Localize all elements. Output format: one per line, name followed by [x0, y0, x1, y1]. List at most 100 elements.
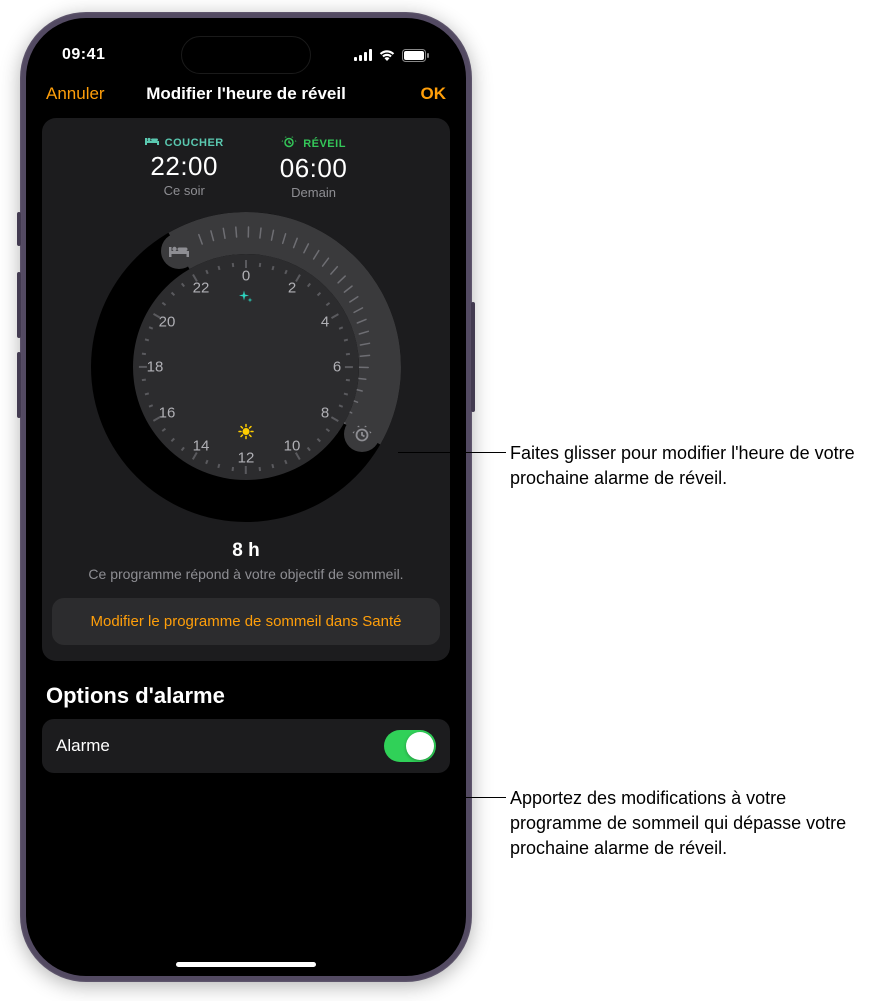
dial-tick — [205, 270, 208, 274]
bedtime-label: COUCHER — [165, 137, 224, 149]
callout-edit-schedule: Apportez des modifications à votre progr… — [510, 786, 880, 862]
bedtime-value: 22:00 — [145, 151, 224, 182]
page-title: Modifier l'heure de réveil — [146, 84, 346, 104]
dial-tick — [307, 447, 311, 451]
navigation-bar: Annuler Modifier l'heure de réveil OK — [40, 74, 452, 118]
dial-tick — [284, 460, 287, 464]
dial-tick — [142, 379, 146, 381]
status-time: 09:41 — [62, 46, 105, 64]
wifi-icon — [378, 49, 396, 61]
side-button-volume-down — [17, 352, 21, 418]
dial-tick — [149, 326, 153, 329]
bed-handle-icon — [169, 244, 189, 258]
dial-tick — [317, 292, 321, 296]
dial-face: 0 2 4 6 8 10 12 14 16 18 20 22 — [133, 254, 359, 480]
wakeup-value: 06:00 — [280, 153, 348, 184]
alarm-options-title: Options d'alarme — [46, 683, 450, 709]
dial-hour-2: 2 — [288, 280, 296, 297]
iphone-frame: 09:41 Annuler Modifier l'heure de réveil… — [20, 12, 472, 982]
dial-tick — [343, 392, 347, 395]
side-button-silent — [17, 212, 21, 246]
alarm-handle-icon — [352, 425, 372, 443]
dial-tick — [258, 263, 260, 267]
bed-icon — [145, 136, 159, 149]
callout-leader-2 — [424, 797, 506, 798]
dial-hour-8: 8 — [321, 405, 329, 422]
dial-tick — [326, 428, 330, 432]
dial-tick — [205, 460, 208, 464]
alarm-toggle[interactable] — [384, 730, 436, 762]
dial-tick — [218, 265, 221, 269]
alarm-clock-icon — [281, 136, 297, 151]
cellular-signal-icon — [354, 49, 372, 61]
alarm-label: Alarme — [56, 736, 110, 756]
dial-tick — [295, 274, 301, 282]
sleep-schedule-card: COUCHER 22:00 Ce soir RÉVEIL 06:00 — [42, 118, 450, 661]
wakeup-handle[interactable] — [344, 416, 380, 452]
dial-tick — [271, 265, 274, 269]
battery-icon — [402, 49, 430, 62]
home-indicator[interactable] — [176, 962, 316, 967]
dial-tick — [331, 416, 339, 422]
cancel-button[interactable]: Annuler — [46, 84, 105, 104]
sleep-dial[interactable]: 0 2 4 6 8 10 12 14 16 18 20 22 — [91, 212, 401, 522]
dial-tick — [331, 313, 339, 319]
dial-tick — [245, 466, 247, 474]
callout-leader-1 — [398, 452, 506, 453]
dial-tick — [171, 438, 175, 442]
dial-tick — [142, 352, 146, 354]
dial-tick — [144, 392, 148, 395]
alarm-toggle-row: Alarme — [42, 719, 450, 773]
sun-icon — [238, 424, 254, 445]
dial-tick — [343, 339, 347, 342]
dial-tick — [181, 283, 185, 287]
wakeup-block: RÉVEIL 06:00 Demain — [280, 136, 348, 200]
dynamic-island — [181, 36, 311, 74]
dial-tick — [307, 283, 311, 287]
dial-tick — [346, 352, 350, 354]
dial-tick — [271, 464, 274, 468]
bedtime-sub: Ce soir — [145, 183, 224, 198]
toggle-knob — [406, 732, 434, 760]
callout-drag-alarm: Faites glisser pour modifier l'heure de … — [510, 441, 880, 491]
edit-schedule-button[interactable]: Modifier le programme de sommeil dans Sa… — [52, 598, 440, 646]
side-button-power — [471, 302, 475, 412]
dial-tick — [144, 339, 148, 342]
ok-button[interactable]: OK — [421, 84, 447, 104]
screen: 09:41 Annuler Modifier l'heure de réveil… — [26, 18, 466, 976]
bedtime-handle[interactable] — [161, 233, 197, 269]
dial-tick — [139, 366, 147, 368]
wakeup-sub: Demain — [280, 185, 348, 200]
dial-tick — [245, 260, 247, 268]
sleep-duration: 8 h — [52, 540, 440, 562]
dial-tick — [181, 447, 185, 451]
side-button-volume-up — [17, 272, 21, 338]
dial-tick — [149, 405, 153, 408]
dial-tick — [171, 292, 175, 296]
dial-tick — [345, 366, 353, 368]
dial-tick — [258, 467, 260, 471]
dial-tick — [231, 467, 233, 471]
dial-tick — [317, 438, 321, 442]
dial-hour-12: 12 — [238, 450, 255, 467]
dial-hour-20: 20 — [159, 314, 176, 331]
dial-hour-6: 6 — [333, 359, 341, 376]
sleep-goal-text: Ce programme répond à votre objectif de … — [52, 565, 440, 584]
dial-hour-22: 22 — [193, 280, 210, 297]
dial-tick — [339, 326, 343, 329]
dial-tick — [231, 263, 233, 267]
wakeup-label: RÉVEIL — [303, 138, 346, 150]
dial-tick — [162, 302, 166, 306]
dial-tick — [339, 405, 343, 408]
dial-tick — [218, 464, 221, 468]
dial-hour-0: 0 — [242, 268, 250, 285]
dial-tick — [162, 428, 166, 432]
dial-tick — [284, 270, 287, 274]
bedtime-block: COUCHER 22:00 Ce soir — [145, 136, 224, 200]
dial-tick — [346, 379, 350, 381]
dial-hour-4: 4 — [321, 314, 329, 331]
dial-tick — [326, 302, 330, 306]
dial-hour-18: 18 — [147, 359, 164, 376]
dial-hour-16: 16 — [159, 405, 176, 422]
dial-hour-10: 10 — [284, 438, 301, 455]
